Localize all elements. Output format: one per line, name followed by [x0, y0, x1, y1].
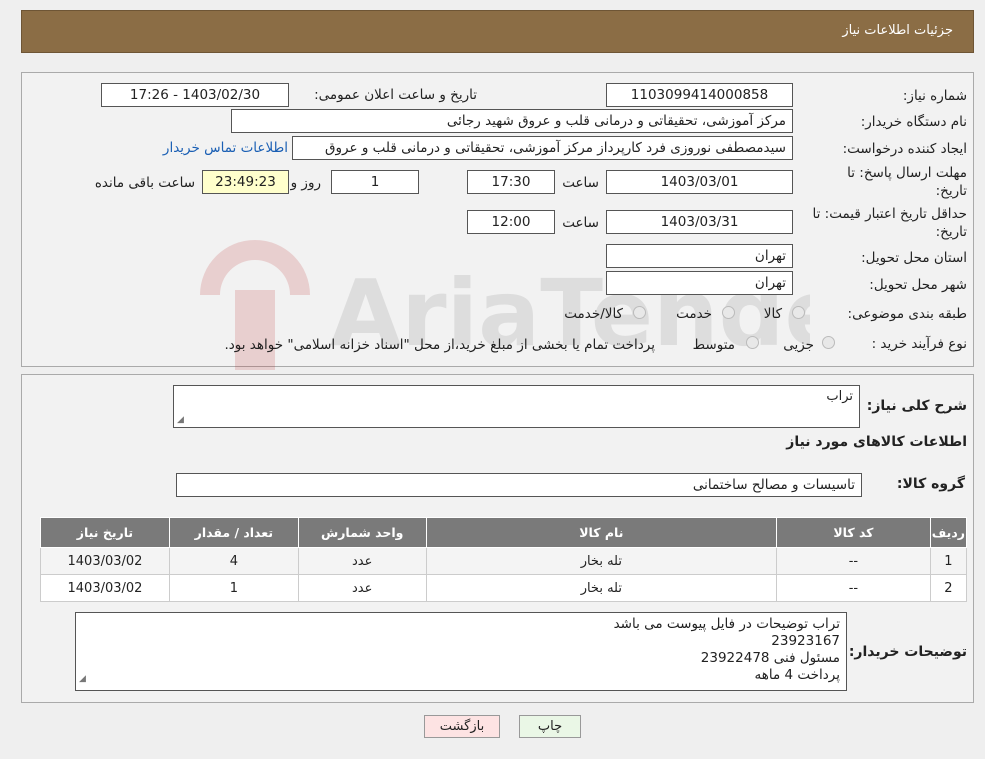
purchase-process-label: نوع فرآیند خرید : — [871, 336, 967, 352]
col-header-row-number: ردیف — [929, 517, 968, 548]
category-goods-service-radio[interactable] — [633, 306, 646, 319]
buyer-notes-line: مسئول فنی 23922478 — [700, 650, 840, 666]
col-header-goods-code: کد کالا — [776, 517, 931, 548]
process-minor-label: جزیی — [783, 337, 814, 353]
need-number-label: شماره نیاز: — [902, 88, 967, 104]
price-validity-time-field: 12:00 — [467, 210, 555, 234]
page-title: جزئیات اطلاعات نیاز — [842, 23, 953, 38]
need-summary-textarea[interactable]: تراب ◢ — [173, 385, 860, 428]
process-medium-label: متوسط — [692, 337, 735, 353]
page-header: جزئیات اطلاعات نیاز — [21, 10, 974, 53]
need-summary-text: تراب — [826, 389, 853, 404]
col-header-need-date: تاریخ نیاز — [40, 517, 170, 548]
price-validity-time-label: ساعت — [562, 215, 599, 231]
announce-datetime-field: 1403/02/30 - 17:26 — [101, 83, 289, 107]
remaining-time-field: 23:49:23 — [202, 170, 289, 194]
col-header-goods-name: نام کالا — [425, 517, 778, 548]
deadline-time-label: ساعت — [562, 175, 599, 191]
category-goods-radio[interactable] — [792, 306, 805, 319]
announce-datetime-label: تاریخ و ساعت اعلان عمومی: — [314, 87, 477, 103]
cell-quantity: 1 — [168, 574, 299, 602]
remaining-days-field: 1 — [331, 170, 419, 194]
price-validity-label-line2: تاریخ: — [935, 224, 967, 240]
goods-group-field: تاسیسات و مصالح ساختمانی — [176, 473, 862, 497]
resize-grip-icon[interactable]: ◢ — [79, 671, 86, 688]
days-label: روز و — [290, 175, 321, 191]
price-validity-date-field: 1403/03/31 — [606, 210, 793, 234]
deadline-label-line2: تاریخ: — [935, 183, 967, 199]
category-service-label: خدمت — [676, 306, 712, 322]
need-number-field: 1103099414000858 — [606, 83, 793, 107]
buyer-contact-link[interactable]: اطلاعات تماس خریدار — [163, 140, 288, 156]
cell-row-number: 2 — [929, 574, 968, 602]
deadline-date-field: 1403/03/01 — [606, 170, 793, 194]
col-header-quantity: تعداد / مقدار — [168, 517, 299, 548]
delivery-city-field: تهران — [606, 271, 793, 295]
buyer-notes-line: تراب توضیحات در فایل پیوست می باشد — [613, 616, 840, 632]
category-goods-service-label: کالا/خدمت — [564, 306, 623, 322]
table-row: 1 -- تله بخار عدد 4 1403/03/02 — [40, 547, 968, 575]
buyer-notes-textarea[interactable]: تراب توضیحات در فایل پیوست می باشد 23923… — [75, 612, 847, 691]
cell-goods-name: تله بخار — [425, 547, 778, 575]
creator-field: سیدمصطفی نوروزی فرد کارپرداز مرکز آموزشی… — [292, 136, 793, 160]
creator-label: ایجاد کننده درخواست: — [842, 141, 967, 157]
delivery-city-label: شهر محل تحویل: — [869, 277, 967, 293]
delivery-province-label: استان محل تحویل: — [861, 250, 967, 266]
resize-grip-icon[interactable]: ◢ — [177, 415, 184, 425]
back-button[interactable]: بازگشت — [424, 715, 500, 738]
col-header-unit: واحد شمارش — [297, 517, 427, 548]
cell-need-date: 1403/03/02 — [40, 574, 170, 602]
category-service-radio[interactable] — [722, 306, 735, 319]
need-summary-label: شرح کلی نیاز: — [866, 398, 967, 414]
deadline-label-line1: مهلت ارسال پاسخ: تا — [847, 165, 967, 181]
print-button[interactable]: چاپ — [519, 715, 581, 738]
buyer-notes-line: 23923167 — [771, 633, 840, 649]
delivery-province-field: تهران — [606, 244, 793, 268]
cell-goods-code: -- — [776, 574, 931, 602]
buyer-notes-label: توضیحات خریدار: — [848, 644, 967, 660]
category-goods-label: کالا — [763, 306, 782, 322]
cell-need-date: 1403/03/02 — [40, 547, 170, 575]
cell-goods-code: -- — [776, 547, 931, 575]
table-header-row: ردیف کد کالا نام کالا واحد شمارش تعداد /… — [40, 517, 968, 548]
goods-group-label: گروه کالا: — [896, 476, 965, 492]
cell-row-number: 1 — [929, 547, 968, 575]
goods-table: ردیف کد کالا نام کالا واحد شمارش تعداد /… — [40, 517, 968, 602]
cell-quantity: 4 — [168, 547, 299, 575]
process-minor-radio[interactable] — [822, 336, 835, 349]
process-medium-radio[interactable] — [746, 336, 759, 349]
buyer-org-field: مرکز آموزشی، تحقیقاتی و درمانی قلب و عرو… — [231, 109, 793, 133]
subject-category-label: طبقه بندی موضوعی: — [847, 306, 967, 322]
deadline-time-field: 17:30 — [467, 170, 555, 194]
table-row: 2 -- تله بخار عدد 1 1403/03/02 — [40, 574, 968, 602]
buyer-notes-line: پرداخت 4 ماهه — [754, 667, 840, 683]
price-validity-label-line1: حداقل تاریخ اعتبار قیمت: تا — [812, 206, 967, 222]
cell-goods-name: تله بخار — [425, 574, 778, 602]
remaining-time-label: ساعت باقی مانده — [94, 175, 195, 191]
cell-unit: عدد — [297, 574, 427, 602]
goods-info-title: اطلاعات کالاهای مورد نیاز — [786, 434, 967, 450]
process-treasury-note: پرداخت تمام یا بخشی از مبلغ خرید،از محل … — [224, 337, 655, 353]
cell-unit: عدد — [297, 547, 427, 575]
buyer-org-label: نام دستگاه خریدار: — [860, 114, 967, 130]
